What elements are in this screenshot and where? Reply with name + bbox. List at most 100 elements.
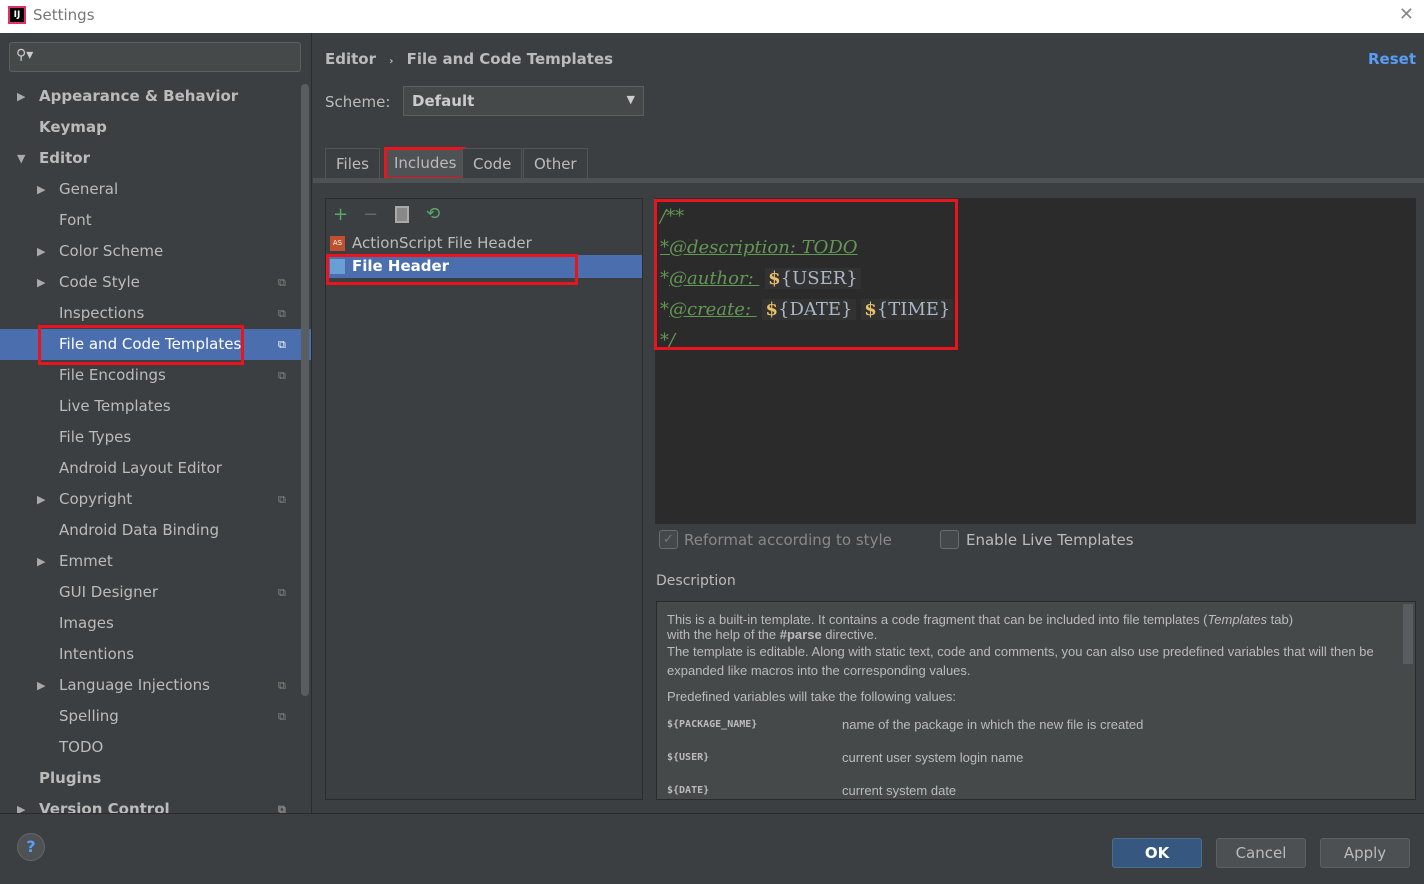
sidebar-item-label: Language Injections bbox=[59, 676, 210, 694]
project-scope-icon: ⧉ bbox=[278, 276, 286, 289]
chevron-down-icon[interactable]: ▼ bbox=[17, 143, 25, 174]
sidebar-item-label: Emmet bbox=[59, 552, 113, 570]
variable-row: ${USER} current user system login name bbox=[667, 750, 1405, 783]
text: with the help of the bbox=[667, 627, 780, 642]
variable-desc: current user system login name bbox=[842, 750, 1024, 765]
tab-code[interactable]: Code bbox=[462, 148, 523, 179]
app-logo-icon: IJ bbox=[8, 6, 26, 24]
project-scope-icon: ⧉ bbox=[278, 679, 286, 692]
sidebar-item-font[interactable]: Font bbox=[0, 205, 311, 236]
tab-underline bbox=[313, 178, 1424, 183]
sidebar-item-spelling[interactable]: Spelling ⧉ bbox=[0, 701, 311, 732]
desc-para: Predefined variables will take the follo… bbox=[667, 689, 957, 704]
sidebar-item-android-data-binding[interactable]: Android Data Binding bbox=[0, 515, 311, 546]
sidebar-item-gui-designer[interactable]: GUI Designer ⧉ bbox=[0, 577, 311, 608]
sidebar-scrollbar[interactable] bbox=[301, 84, 309, 696]
text: tab) bbox=[1267, 612, 1294, 627]
sidebar-item-label: Images bbox=[59, 614, 114, 632]
sidebar-item-label: Color Scheme bbox=[59, 242, 164, 260]
sidebar-item-images[interactable]: Images bbox=[0, 608, 311, 639]
tab-files[interactable]: Files bbox=[325, 148, 380, 179]
sidebar-item-label: Android Layout Editor bbox=[59, 459, 222, 477]
title-bar: IJ Settings ✕ bbox=[0, 0, 1424, 33]
text: This is a built-in template. It contains… bbox=[667, 612, 1208, 627]
breadcrumb-current: File and Code Templates bbox=[406, 50, 614, 68]
close-icon[interactable]: ✕ bbox=[1399, 4, 1414, 25]
project-scope-icon: ⧉ bbox=[278, 586, 286, 599]
variables-table: ${PACKAGE_NAME} name of the package in wh… bbox=[667, 717, 1405, 799]
description-label: Description bbox=[656, 573, 736, 589]
reformat-label: Reformat according to style bbox=[684, 531, 892, 549]
live-templates-checkbox[interactable] bbox=[940, 530, 959, 549]
sidebar-item-todo[interactable]: TODO bbox=[0, 732, 311, 763]
sidebar-item-label: Font bbox=[59, 211, 92, 229]
copy-icon[interactable] bbox=[395, 206, 409, 223]
sidebar-item-intentions[interactable]: Intentions bbox=[0, 639, 311, 670]
sidebar-item-android-layout-editor[interactable]: Android Layout Editor bbox=[0, 453, 311, 484]
text: directive. bbox=[821, 627, 878, 642]
search-input[interactable]: ⚲▾ bbox=[9, 42, 301, 72]
template-actionscript[interactable]: AS ActionScript File Header bbox=[326, 232, 642, 255]
chevron-right-icon[interactable]: ▶ bbox=[37, 236, 45, 267]
sidebar-item-general[interactable]: ▶ General bbox=[0, 174, 311, 205]
description-scrollbar[interactable] bbox=[1403, 604, 1413, 664]
reset-link[interactable]: Reset bbox=[1368, 50, 1416, 68]
sidebar-item-keymap[interactable]: Keymap bbox=[0, 112, 311, 143]
variable-desc: name of the package in which the new fil… bbox=[842, 717, 1144, 732]
desc-para: This is a built-in template. It contains… bbox=[667, 612, 1405, 642]
divider bbox=[311, 33, 312, 813]
tab-other[interactable]: Other bbox=[523, 148, 588, 179]
sidebar-item-label: Spelling bbox=[59, 707, 119, 725]
description-panel: This is a built-in template. It contains… bbox=[656, 601, 1416, 800]
sidebar-item-color-scheme[interactable]: ▶ Color Scheme bbox=[0, 236, 311, 267]
tab-includes[interactable]: Includes bbox=[384, 147, 467, 180]
chevron-right-icon[interactable]: ▶ bbox=[37, 546, 45, 577]
sidebar-item-label: Code Style bbox=[59, 273, 140, 291]
chevron-right-icon[interactable]: ▶ bbox=[37, 484, 45, 515]
button-bar bbox=[0, 813, 1424, 884]
chevron-right-icon[interactable]: ▶ bbox=[37, 174, 45, 205]
sidebar-item-label: Appearance & Behavior bbox=[39, 87, 239, 105]
sidebar-item-label: Copyright bbox=[59, 490, 133, 508]
sidebar-item-label: Plugins bbox=[39, 769, 102, 787]
sidebar-item-editor[interactable]: ▼ Editor bbox=[0, 143, 311, 174]
chevron-right-icon[interactable]: ▶ bbox=[17, 81, 25, 112]
reformat-checkbox[interactable]: ✓ bbox=[659, 530, 678, 549]
chevron-right-icon[interactable]: ▶ bbox=[37, 670, 45, 701]
cancel-button[interactable]: Cancel bbox=[1216, 838, 1306, 868]
apply-button[interactable]: Apply bbox=[1320, 838, 1410, 868]
sidebar-item-label: Live Templates bbox=[59, 397, 171, 415]
actionscript-icon: AS bbox=[330, 236, 345, 251]
variable-row: ${DATE} current system date bbox=[667, 783, 1405, 799]
sidebar-item-plugins[interactable]: Plugins bbox=[0, 763, 311, 794]
variable-key: ${USER} bbox=[667, 752, 710, 763]
highlight-box bbox=[326, 254, 578, 285]
sidebar-item-file-types[interactable]: File Types bbox=[0, 422, 311, 453]
chevron-right-icon[interactable]: ▶ bbox=[37, 267, 45, 298]
scheme-dropdown[interactable]: Default ▼ bbox=[403, 86, 644, 116]
help-button[interactable]: ? bbox=[17, 833, 45, 861]
chevron-down-icon: ▼ bbox=[626, 93, 635, 106]
variable-key: ${PACKAGE_NAME} bbox=[667, 719, 758, 730]
highlight-box bbox=[654, 199, 958, 350]
project-scope-icon: ⧉ bbox=[278, 710, 286, 723]
sidebar-item-appearance-behavior[interactable]: ▶ Appearance & Behavior bbox=[0, 81, 311, 112]
project-scope-icon: ⧉ bbox=[278, 338, 286, 351]
sidebar-item-code-style[interactable]: ▶ Code Style ⧉ bbox=[0, 267, 311, 298]
breadcrumb: Editor › File and Code Templates bbox=[325, 50, 613, 68]
add-icon[interactable]: + bbox=[333, 204, 348, 225]
highlight-box bbox=[38, 325, 244, 365]
breadcrumb-editor: Editor bbox=[325, 50, 376, 68]
desc-para: The template is editable. Along with sta… bbox=[667, 644, 1374, 678]
sidebar-item-label: Intentions bbox=[59, 645, 135, 663]
remove-icon[interactable]: − bbox=[363, 204, 378, 225]
variable-desc: current system date bbox=[842, 783, 957, 798]
sidebar-item-copyright[interactable]: ▶ Copyright ⧉ bbox=[0, 484, 311, 515]
sidebar-item-language-injections[interactable]: ▶ Language Injections ⧉ bbox=[0, 670, 311, 701]
ok-button[interactable]: OK bbox=[1112, 838, 1202, 868]
sidebar-item-label: File Types bbox=[59, 428, 132, 446]
sidebar-item-emmet[interactable]: ▶ Emmet bbox=[0, 546, 311, 577]
reset-icon[interactable]: ⟲ bbox=[426, 204, 440, 224]
sidebar-item-live-templates[interactable]: Live Templates bbox=[0, 391, 311, 422]
breadcrumb-separator: › bbox=[389, 56, 394, 67]
